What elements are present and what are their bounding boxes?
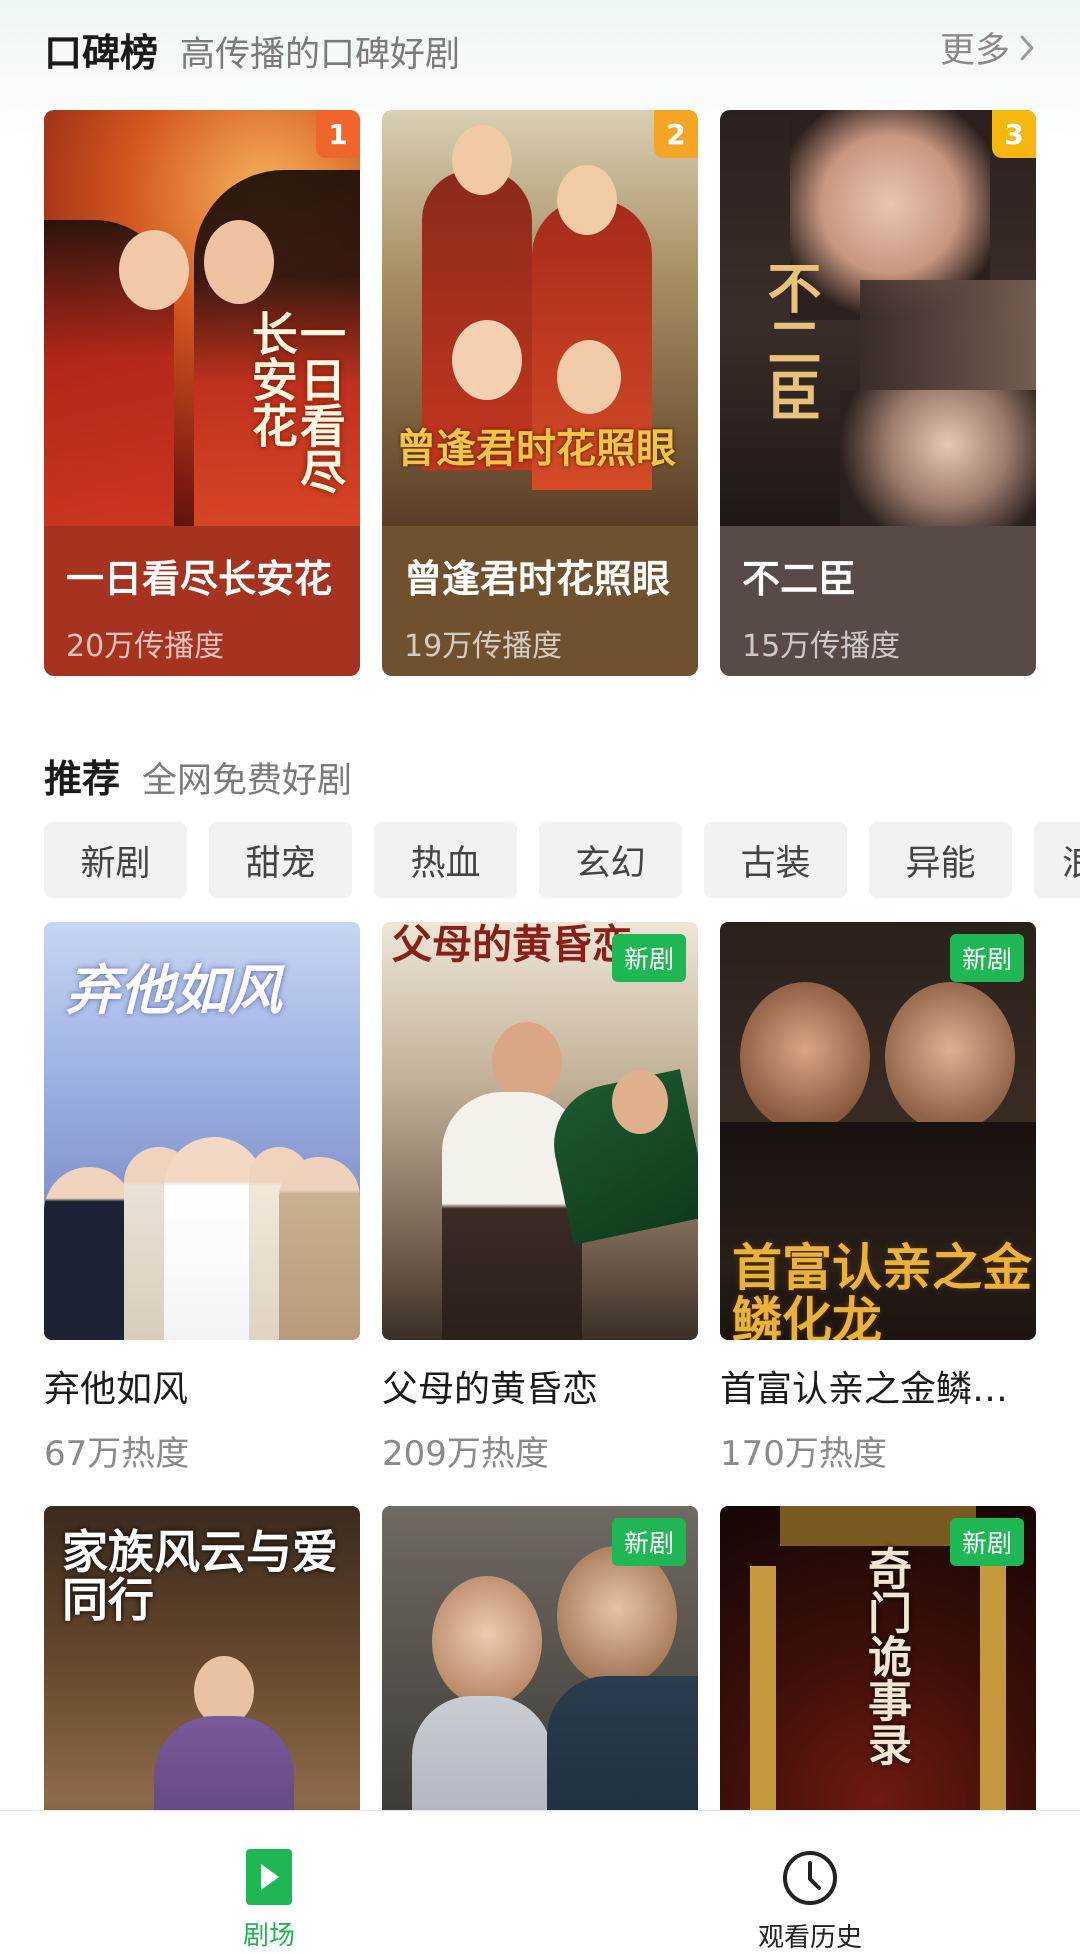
- poster-image: 不二臣: [720, 110, 1036, 526]
- genre-tag[interactable]: 异能: [869, 822, 1012, 898]
- poster-title-art: 奇门诡事录: [860, 1546, 911, 1766]
- tab-theater[interactable]: 剧场: [189, 1849, 349, 1952]
- more-label: 更多: [939, 31, 1010, 71]
- recommend-subtitle: 全网免费好剧: [142, 761, 353, 801]
- drama-stat: 209万热度: [382, 1434, 549, 1474]
- ranking-item-stat: 20万传播度: [66, 629, 225, 664]
- poster-title-art: 曾逢君时花照眼: [396, 425, 676, 472]
- poster-title-art: 不二臣: [758, 260, 822, 422]
- ranking-item-stat: 15万传播度: [742, 629, 901, 664]
- poster-image: 曾逢君时花照眼: [382, 110, 698, 526]
- genre-tabs: 新剧 甜宠 热血 玄幻 古装 异能 浪: [44, 822, 1080, 898]
- ranking-card[interactable]: 曾逢君时花照眼 曾逢君时花照眼 19万传播度 2: [382, 110, 698, 676]
- poster-title-art: 首富认亲之金鳞化龙: [732, 1238, 1032, 1340]
- rank-badge: 1: [316, 110, 360, 158]
- poster-image: 弃他如风: [44, 922, 360, 1340]
- genre-tag[interactable]: 古装: [704, 822, 847, 898]
- ranking-subtitle: 高传播的口碑好剧: [180, 35, 461, 75]
- ranking-header: 口碑榜 高传播的口碑好剧 更多: [44, 22, 1036, 77]
- ranking-info: 一日看尽长安花 20万传播度: [44, 526, 360, 676]
- ranking-card[interactable]: 不二臣 不二臣 15万传播度 3: [720, 110, 1036, 676]
- drama-stat: 170万热度: [720, 1434, 887, 1474]
- ranking-title: 口碑榜: [44, 31, 159, 75]
- genre-tag[interactable]: 新剧: [44, 822, 187, 898]
- drama-title: 父母的黄昏恋: [382, 1369, 599, 1410]
- genre-tag[interactable]: 浪: [1034, 822, 1080, 898]
- poster-title-art: 家族风云与爱同行: [62, 1525, 338, 1628]
- ranking-item-title: 一日看尽长安花: [66, 557, 333, 601]
- poster-image: 父母的黄昏恋: [382, 922, 698, 1340]
- ranking-card[interactable]: 一日看尽长安花 一日看尽长安花 20万传播度 1: [44, 110, 360, 676]
- recommend-grid-row: 弃他如风 弃他如风 67万热度 父母的黄昏恋 新剧 父母的黄昏恋 209万热度 …: [44, 922, 1036, 1475]
- drama-title: 弃他如风: [44, 1369, 189, 1410]
- recommend-header: 推荐 全网免费好剧: [44, 748, 1036, 803]
- tab-label: 剧场: [242, 1921, 295, 1951]
- tab-watch-history[interactable]: 观看历史: [730, 1849, 890, 1954]
- drama-card[interactable]: 首富认亲之金鳞化龙 新剧 首富认亲之金鳞… 170万热度: [720, 922, 1036, 1475]
- ranking-info: 不二臣 15万传播度: [720, 526, 1036, 676]
- genre-tag[interactable]: 甜宠: [209, 822, 352, 898]
- new-badge: 新剧: [949, 934, 1024, 982]
- poster-title-art: 弃他如风: [66, 958, 282, 1022]
- drama-card[interactable]: 父母的黄昏恋 新剧 父母的黄昏恋 209万热度: [382, 922, 698, 1475]
- recommend-title: 推荐: [44, 757, 121, 801]
- ranking-item-stat: 19万传播度: [404, 629, 563, 664]
- genre-tag[interactable]: 玄幻: [539, 822, 682, 898]
- drama-stat: 67万热度: [44, 1434, 190, 1474]
- drama-title: 首富认亲之金鳞…: [720, 1369, 1009, 1410]
- poster-image: 一日看尽长安花: [44, 110, 360, 526]
- new-badge: 新剧: [949, 1518, 1024, 1566]
- clock-icon: [781, 1849, 839, 1911]
- new-badge: 新剧: [611, 934, 686, 982]
- ranking-list: 一日看尽长安花 一日看尽长安花 20万传播度 1 曾逢君时花照眼 曾逢君时花照眼…: [44, 110, 1036, 676]
- rank-badge: 2: [654, 110, 698, 158]
- poster-image: 首富认亲之金鳞化龙: [720, 922, 1036, 1340]
- new-badge: 新剧: [611, 1518, 686, 1566]
- genre-tag[interactable]: 热血: [374, 822, 517, 898]
- ranking-item-title: 不二臣: [742, 557, 857, 601]
- drama-card[interactable]: 弃他如风 弃他如风 67万热度: [44, 922, 360, 1475]
- more-link[interactable]: 更多: [940, 22, 1036, 73]
- tab-label: 观看历史: [757, 1923, 862, 1953]
- ranking-info: 曾逢君时花照眼 19万传播度: [382, 526, 698, 676]
- rank-badge: 3: [992, 110, 1036, 158]
- ranking-item-title: 曾逢君时花照眼: [404, 557, 671, 601]
- bottom-tab-bar: 剧场 观看历史: [0, 1810, 1080, 1954]
- poster-title-art: 一日看尽长安花: [244, 310, 347, 494]
- chevron-right-icon: [1018, 33, 1036, 63]
- play-icon: [246, 1849, 292, 1909]
